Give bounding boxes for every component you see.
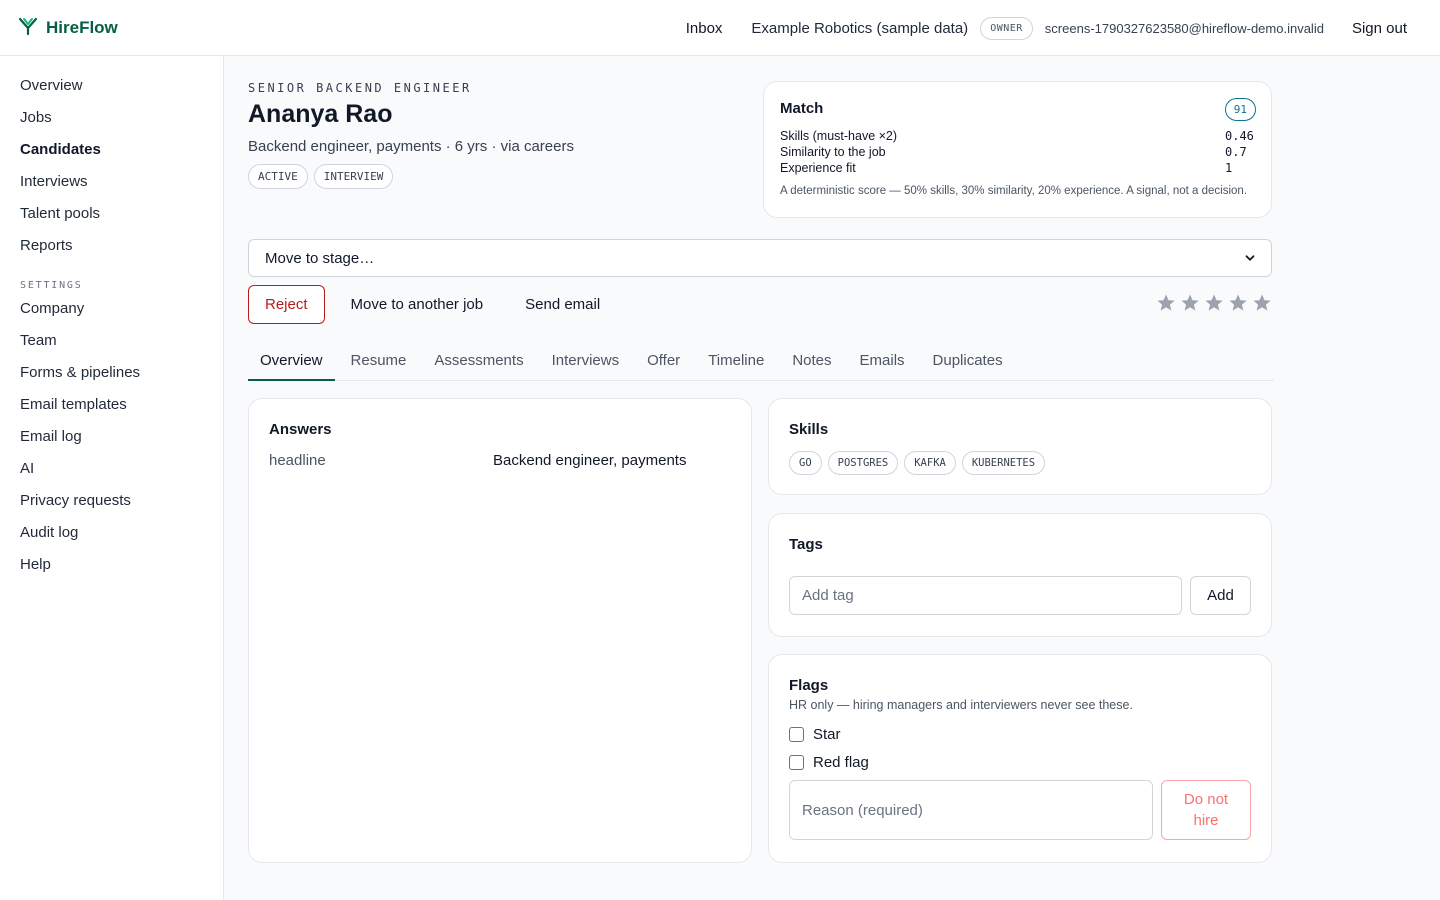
tab-duplicates[interactable]: Duplicates bbox=[921, 344, 1015, 381]
flags-card: Flags HR only — hiring managers and inte… bbox=[768, 654, 1272, 863]
skill-chip: POSTGRES bbox=[827, 451, 899, 475]
candidate-subtitle: Backend engineer, payments · 6 yrs · via… bbox=[248, 138, 574, 155]
add-tag-button[interactable]: Add bbox=[1190, 576, 1251, 615]
red-flag-row: Red flag bbox=[789, 753, 1251, 771]
skill-chip: KUBERNETES bbox=[961, 451, 1046, 475]
org-name: Example Robotics (sample data) bbox=[751, 19, 969, 37]
status-badge: ACTIVE bbox=[248, 164, 308, 189]
move-to-another-job-button[interactable]: Move to another job bbox=[351, 296, 484, 313]
candidate-tabs: Overview Resume Assessments Interviews O… bbox=[248, 344, 1274, 381]
sidebar-item-email-templates[interactable]: Email templates bbox=[0, 393, 223, 425]
sidebar: Overview Jobs Candidates Interviews Tale… bbox=[0, 56, 224, 900]
star-checkbox[interactable] bbox=[789, 726, 804, 742]
tab-timeline[interactable]: Timeline bbox=[696, 344, 776, 381]
sidebar-item-team[interactable]: Team bbox=[0, 329, 223, 361]
candidate-actions: Reject Move to another job Send email bbox=[248, 285, 600, 324]
star-icon[interactable] bbox=[1156, 293, 1176, 317]
sidebar-item-privacy-requests[interactable]: Privacy requests bbox=[0, 489, 223, 521]
sidebar-section-settings: SETTINGS bbox=[20, 280, 83, 291]
rating-stars bbox=[1156, 293, 1272, 317]
star-icon[interactable] bbox=[1180, 293, 1200, 317]
match-title: Match bbox=[780, 100, 824, 117]
match-row-value: 0.7 bbox=[1225, 145, 1247, 159]
sidebar-item-company[interactable]: Company bbox=[0, 297, 223, 329]
tab-offer[interactable]: Offer bbox=[635, 344, 692, 381]
skill-chip: KAFKA bbox=[904, 451, 956, 475]
sidebar-item-interviews[interactable]: Interviews bbox=[0, 170, 223, 202]
tab-notes[interactable]: Notes bbox=[780, 344, 843, 381]
star-icon[interactable] bbox=[1228, 293, 1248, 317]
logo-icon bbox=[18, 16, 38, 40]
match-row: Similarity to the job 0.7 bbox=[780, 145, 1255, 161]
flags-title: Flags bbox=[789, 677, 829, 694]
answer-key: headline bbox=[269, 452, 326, 469]
answers-title: Answers bbox=[269, 421, 332, 438]
tab-resume[interactable]: Resume bbox=[339, 344, 419, 381]
sidebar-item-candidates[interactable]: Candidates bbox=[0, 138, 223, 170]
sidebar-item-reports[interactable]: Reports bbox=[0, 234, 223, 266]
reject-button[interactable]: Reject bbox=[248, 285, 325, 324]
match-row: Experience fit 1 bbox=[780, 161, 1255, 177]
do-not-hire-button[interactable]: Do not hire bbox=[1161, 780, 1251, 840]
match-row-label: Experience fit bbox=[780, 161, 856, 175]
answer-row: headline Backend engineer, payments bbox=[269, 452, 731, 469]
tab-emails[interactable]: Emails bbox=[848, 344, 917, 381]
match-row-label: Skills (must-have ×2) bbox=[780, 129, 898, 143]
star-icon[interactable] bbox=[1204, 293, 1224, 317]
match-card: Match 91 Skills (must-have ×2) 0.46 Simi… bbox=[763, 81, 1272, 218]
chevron-down-icon bbox=[1245, 250, 1255, 267]
sidebar-item-overview[interactable]: Overview bbox=[0, 74, 223, 106]
red-flag-checkbox-label: Red flag bbox=[813, 753, 869, 771]
star-checkbox-label: Star bbox=[813, 725, 841, 743]
move-to-stage-select[interactable]: Move to stage… bbox=[248, 239, 1272, 277]
stage-select-value: Move to stage… bbox=[265, 249, 375, 267]
match-row-value: 1 bbox=[1225, 161, 1233, 175]
brand[interactable]: HireFlow bbox=[18, 16, 118, 40]
sidebar-item-talent-pools[interactable]: Talent pools bbox=[0, 202, 223, 234]
sidebar-item-forms-pipelines[interactable]: Forms & pipelines bbox=[0, 361, 223, 393]
send-email-button[interactable]: Send email bbox=[525, 296, 600, 313]
tab-interviews[interactable]: Interviews bbox=[540, 344, 632, 381]
tab-overview[interactable]: Overview bbox=[248, 344, 335, 381]
user-email: screens-1790327623580@hireflow-demo.inva… bbox=[1044, 20, 1324, 36]
main-content: SENIOR BACKEND ENGINEER Ananya Rao Backe… bbox=[224, 56, 1440, 900]
sidebar-item-ai[interactable]: AI bbox=[0, 457, 223, 489]
skill-chip: GO bbox=[789, 451, 822, 475]
match-row-value: 0.46 bbox=[1225, 129, 1254, 143]
candidate-name: Ananya Rao bbox=[248, 100, 393, 128]
tab-assessments[interactable]: Assessments bbox=[422, 344, 535, 381]
sign-out-button[interactable]: Sign out bbox=[1352, 20, 1407, 37]
stage-badge: INTERVIEW bbox=[313, 164, 394, 189]
job-title: SENIOR BACKEND ENGINEER bbox=[248, 81, 472, 95]
tags-title: Tags bbox=[789, 536, 823, 553]
star-flag-row: Star bbox=[789, 725, 1251, 743]
role-badge: OWNER bbox=[980, 16, 1033, 40]
flags-note: HR only — hiring managers and interviewe… bbox=[789, 698, 1133, 712]
reason-input[interactable] bbox=[789, 780, 1153, 840]
red-flag-checkbox[interactable] bbox=[789, 754, 804, 770]
sidebar-item-help[interactable]: Help bbox=[0, 553, 223, 585]
sidebar-item-audit-log[interactable]: Audit log bbox=[0, 521, 223, 553]
match-row: Skills (must-have ×2) 0.46 bbox=[780, 129, 1255, 145]
status-pills: ACTIVE INTERVIEW bbox=[248, 164, 394, 189]
top-bar: HireFlow Inbox Example Robotics (sample … bbox=[0, 0, 1440, 56]
answer-value: Backend engineer, payments bbox=[493, 452, 687, 469]
tags-card: Tags Add bbox=[768, 513, 1272, 637]
star-icon[interactable] bbox=[1252, 293, 1272, 317]
brand-name: HireFlow bbox=[46, 18, 118, 37]
skills-title: Skills bbox=[789, 421, 829, 438]
match-row-label: Similarity to the job bbox=[780, 145, 886, 159]
answers-card: Answers headline Backend engineer, payme… bbox=[248, 398, 752, 863]
sidebar-item-email-log[interactable]: Email log bbox=[0, 425, 223, 457]
add-tag-input[interactable] bbox=[789, 576, 1182, 615]
match-score-badge: 91 bbox=[1224, 98, 1256, 121]
match-note: A deterministic score — 50% skills, 30% … bbox=[780, 185, 1248, 197]
skills-card: Skills GO POSTGRES KAFKA KUBERNETES bbox=[768, 398, 1272, 495]
inbox-link[interactable]: Inbox bbox=[686, 20, 723, 37]
sidebar-item-jobs[interactable]: Jobs bbox=[0, 106, 223, 138]
